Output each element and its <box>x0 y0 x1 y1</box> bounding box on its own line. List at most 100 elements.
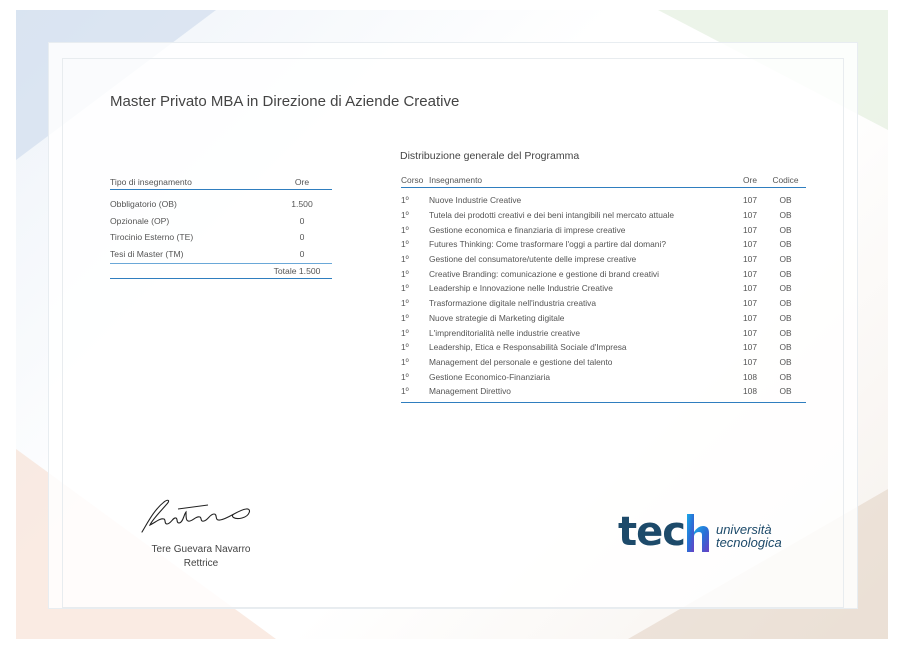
total-hours: Totale 1.500 <box>273 266 321 276</box>
signer-role: Rettrice <box>183 558 219 569</box>
logo-h-icon <box>686 514 710 552</box>
code-cell: OB <box>779 210 792 221</box>
code-cell: OB <box>779 254 792 265</box>
type-header: Tipo di insegnamento <box>110 177 192 187</box>
subject-cell: Tutela dei prodotti creativi e dei beni … <box>429 210 675 221</box>
table-row: 1º Nuove Industrie Creative 107 OB <box>401 193 806 208</box>
table-row: 1º Gestione Economico-Finanziaria 108 OB <box>401 369 806 384</box>
code-cell: OB <box>779 356 792 367</box>
code-cell: OB <box>779 224 792 235</box>
hours-cell: 107 <box>743 312 757 323</box>
hours-cell: 107 <box>743 327 757 338</box>
subject-cell: Management Direttivo <box>429 386 511 397</box>
table-row: 1º Trasformazione digitale nell'industria… <box>401 296 806 311</box>
course-cell: 1º <box>401 268 409 279</box>
program-table: Corso Insegnamento Ore Codice 1º Nuove In… <box>401 172 806 403</box>
type-cell: Obbligatorio (OB) <box>110 199 177 210</box>
course-cell: 1º <box>401 224 409 235</box>
table-row: 1º Futures Thinking: Come trasformare l'o… <box>401 237 806 252</box>
course-cell: 1º <box>401 298 409 309</box>
subject-cell: L'imprenditorialità nelle industrie crea… <box>429 327 581 338</box>
tech-logo: tec università tecnologica <box>618 512 782 552</box>
code-cell: OB <box>779 195 792 206</box>
subject-cell: Futures Thinking: Come trasformare l'ogg… <box>429 239 666 250</box>
logo-line2: tecnologica <box>715 535 782 550</box>
subject-cell: Gestione Economico-Finanziaria <box>429 371 551 382</box>
type-cell: Tesi di Master (TM) <box>110 248 184 259</box>
course-cell: 1º <box>401 210 409 221</box>
subject-cell: Nuove Industrie Creative <box>429 195 522 206</box>
logo-wordmark: tec <box>618 509 686 555</box>
subject-header: Insegnamento <box>429 174 483 185</box>
type-cell: Tirocinio Esterno (TE) <box>110 232 194 243</box>
hours-cell: 107 <box>743 356 757 367</box>
code-cell: OB <box>779 342 792 353</box>
code-cell: OB <box>779 283 792 294</box>
course-cell: 1º <box>401 239 409 250</box>
subject-cell: Nuove strategie di Marketing digitale <box>429 312 565 323</box>
hours-cell: 107 <box>743 254 757 265</box>
hours-cell: 108 <box>743 371 757 382</box>
type-cell: Opzionale (OP) <box>110 215 170 226</box>
table-row: 1º Management del personale e gestione de… <box>401 355 806 370</box>
table-row: Tesi di Master (TM) 0 <box>110 246 332 263</box>
table-row: 1º Management Direttivo 108 OB <box>401 384 806 399</box>
hours-cell: 107 <box>743 195 757 206</box>
hours-cell: 107 <box>743 224 757 235</box>
code-cell: OB <box>779 386 792 397</box>
code-cell: OB <box>779 298 792 309</box>
program-table-bottom-rule <box>401 399 806 403</box>
hours-header: Ore <box>743 174 757 185</box>
course-cell: 1º <box>401 342 409 353</box>
table-row: 1º Nuove strategie di Marketing digitale 1… <box>401 311 806 326</box>
course-header: Corso <box>401 174 424 185</box>
table-row: 1º Gestione economica e finanziaria di im… <box>401 222 806 237</box>
code-cell: OB <box>779 327 792 338</box>
hours-cell: 0 <box>299 215 305 226</box>
table-row: Opzionale (OP) 0 <box>110 213 332 230</box>
course-cell: 1º <box>401 356 409 367</box>
hours-cell: 1.500 <box>291 199 313 210</box>
signer-block: Tere Guevara Navarro Rettrice <box>100 543 302 571</box>
code-cell: OB <box>779 268 792 279</box>
course-cell: 1º <box>401 195 409 206</box>
hours-cell: 108 <box>743 386 757 397</box>
certificate-title: Master Privato MBA in Direzione di Azien… <box>110 93 460 110</box>
subject-cell: Gestione del consumatore/utente delle im… <box>429 254 637 265</box>
total-row: Totale 1.500 <box>110 264 332 279</box>
table-row: 1º Gestione del consumatore/utente delle … <box>401 252 806 267</box>
signer-name: Tere Guevara Navarro <box>151 544 251 555</box>
subject-cell: Trasformazione digitale nell'industria c… <box>429 298 597 309</box>
hours-cell: 0 <box>299 248 305 259</box>
subject-cell: Creative Branding: comunicazione e gesti… <box>429 268 659 279</box>
hours-header: Ore <box>294 177 310 187</box>
hours-cell: 107 <box>743 210 757 221</box>
code-cell: OB <box>779 312 792 323</box>
course-cell: 1º <box>401 283 409 294</box>
program-title: Distribuzione generale del Programma <box>400 150 580 162</box>
signature <box>138 492 263 545</box>
hours-cell: 107 <box>743 239 757 250</box>
hours-cell: 107 <box>743 268 757 279</box>
table-row: 1º Creative Branding: comunicazione e ges… <box>401 266 806 281</box>
logo-subtitle: università tecnologica <box>716 523 782 552</box>
table-row: 1º L'imprenditorialità nelle industrie cr… <box>401 325 806 340</box>
course-cell: 1º <box>401 386 409 397</box>
program-table-header: Corso Insegnamento Ore Codice <box>401 172 806 188</box>
hours-table: Tipo di insegnamento Ore Obbligatorio (O… <box>110 175 332 279</box>
program-rows: 1º Nuove Industrie Creative 107 OB 1º Tutela … <box>401 193 806 399</box>
subject-cell: Management del personale e gestione del … <box>429 356 613 367</box>
code-header: Codice <box>772 174 799 185</box>
table-row: 1º Leadership e Innovazione nelle Industr… <box>401 281 806 296</box>
subject-cell: Gestione economica e finanziaria di impr… <box>429 224 626 235</box>
table-row: 1º Tutela dei prodotti creativi e dei ben… <box>401 208 806 223</box>
course-cell: 1º <box>401 327 409 338</box>
hours-cell: 107 <box>743 342 757 353</box>
subject-cell: Leadership, Etica e Responsabilità Socia… <box>429 342 627 353</box>
course-cell: 1º <box>401 312 409 323</box>
table-row: Obbligatorio (OB) 1.500 <box>110 196 332 213</box>
hours-cell: 107 <box>743 298 757 309</box>
hours-cell: 0 <box>299 232 305 243</box>
hours-cell: 107 <box>743 283 757 294</box>
table-row: Tirocinio Esterno (TE) 0 <box>110 229 332 246</box>
